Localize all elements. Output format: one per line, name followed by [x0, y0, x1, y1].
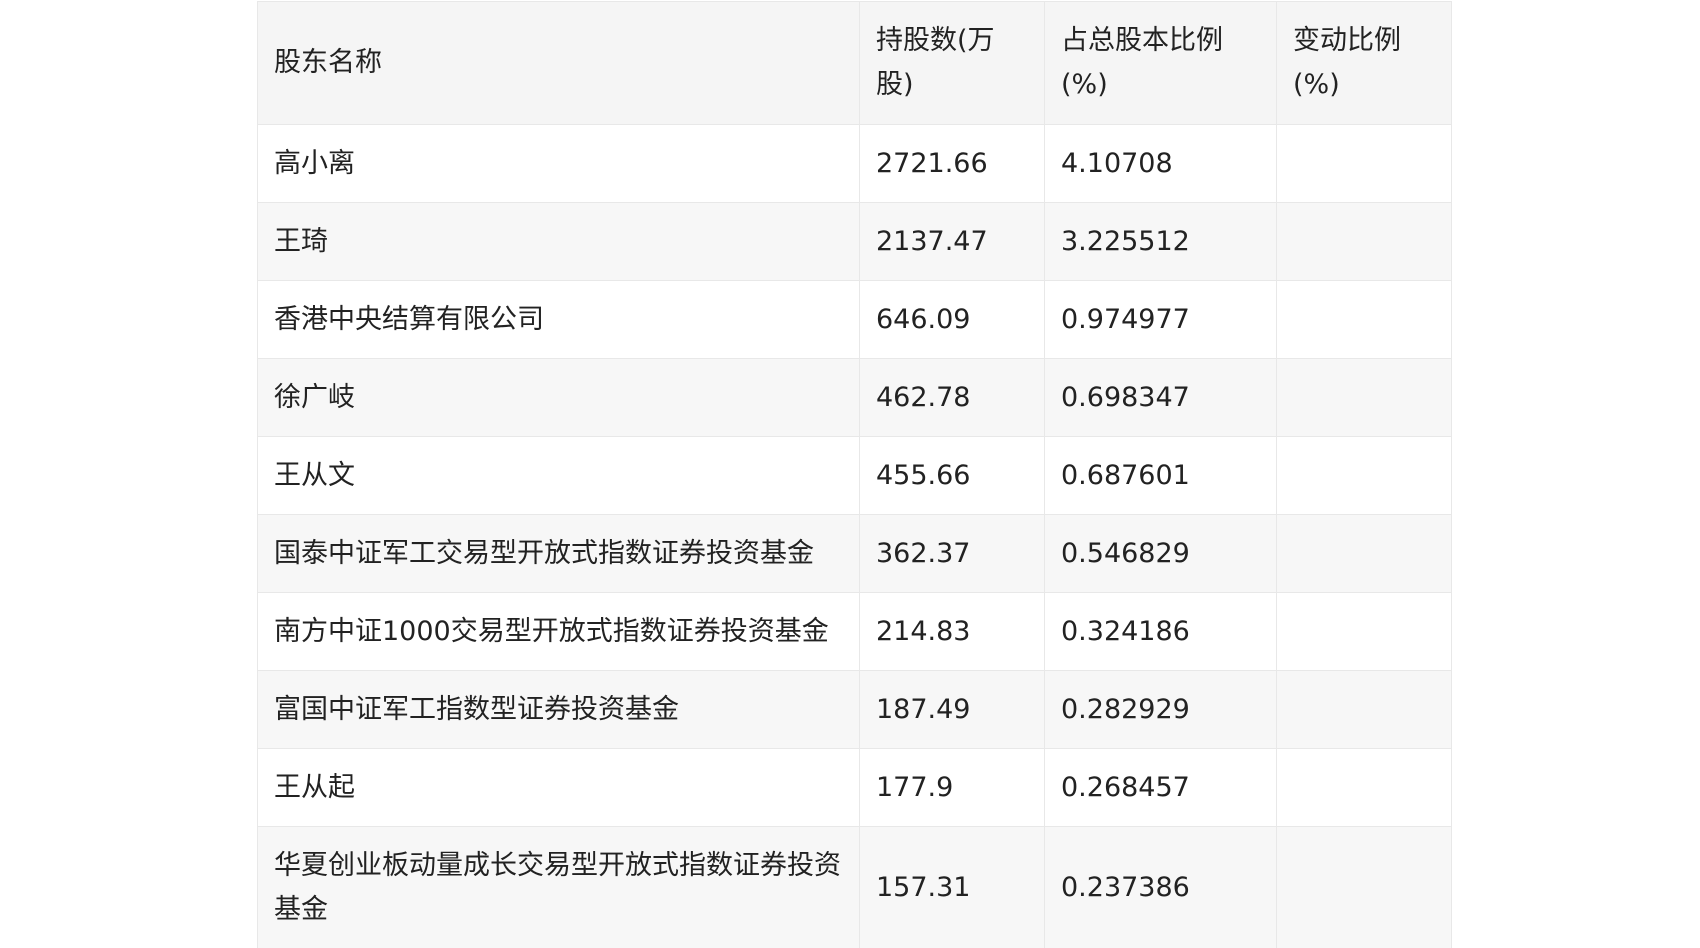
cell-shares: 462.78: [859, 358, 1045, 437]
cell-name: 王从起: [257, 748, 860, 827]
table-row: 华夏创业板动量成长交易型开放式指数证券投资基金 157.31 0.237386: [257, 826, 1452, 948]
cell-ratio: 4.10708: [1044, 124, 1277, 203]
cell-name: 国泰中证军工交易型开放式指数证券投资基金: [257, 514, 860, 593]
cell-shares: 646.09: [859, 280, 1045, 359]
cell-ratio: 0.237386: [1044, 826, 1277, 948]
cell-ratio: 0.282929: [1044, 670, 1277, 749]
header-row: 股东名称 持股数(万股) 占总股本比例(%) 变动比例(%): [257, 1, 1452, 125]
cell-ratio: 3.225512: [1044, 202, 1277, 281]
table-row: 王从起 177.9 0.268457: [257, 748, 1452, 827]
table-row: 王从文 455.66 0.687601: [257, 436, 1452, 515]
table-row: 国泰中证军工交易型开放式指数证券投资基金 362.37 0.546829: [257, 514, 1452, 593]
cell-change: [1276, 124, 1452, 203]
header-shares: 持股数(万股): [859, 1, 1045, 125]
cell-shares: 2137.47: [859, 202, 1045, 281]
cell-shares: 362.37: [859, 514, 1045, 593]
cell-ratio: 0.687601: [1044, 436, 1277, 515]
cell-change: [1276, 202, 1452, 281]
table-row: 香港中央结算有限公司 646.09 0.974977: [257, 280, 1452, 359]
shareholders-table: 股东名称 持股数(万股) 占总股本比例(%) 变动比例(%) 高小离 2721.…: [257, 1, 1452, 948]
cell-ratio: 0.698347: [1044, 358, 1277, 437]
header-change: 变动比例(%): [1276, 1, 1452, 125]
cell-change: [1276, 748, 1452, 827]
cell-change: [1276, 280, 1452, 359]
cell-change: [1276, 436, 1452, 515]
cell-name: 王琦: [257, 202, 860, 281]
cell-change: [1276, 670, 1452, 749]
table-row: 徐广岐 462.78 0.698347: [257, 358, 1452, 437]
cell-shares: 177.9: [859, 748, 1045, 827]
cell-name: 华夏创业板动量成长交易型开放式指数证券投资基金: [257, 826, 860, 948]
cell-name: 王从文: [257, 436, 860, 515]
page: 股东名称 持股数(万股) 占总股本比例(%) 变动比例(%) 高小离 2721.…: [0, 0, 1700, 948]
cell-shares: 2721.66: [859, 124, 1045, 203]
cell-ratio: 0.546829: [1044, 514, 1277, 593]
cell-shares: 157.31: [859, 826, 1045, 948]
cell-name: 徐广岐: [257, 358, 860, 437]
cell-change: [1276, 514, 1452, 593]
table-row: 富国中证军工指数型证券投资基金 187.49 0.282929: [257, 670, 1452, 749]
cell-shares: 187.49: [859, 670, 1045, 749]
cell-name: 高小离: [257, 124, 860, 203]
header-shareholder-name: 股东名称: [257, 1, 860, 125]
table-row: 南方中证1000交易型开放式指数证券投资基金 214.83 0.324186: [257, 592, 1452, 671]
cell-change: [1276, 592, 1452, 671]
cell-shares: 455.66: [859, 436, 1045, 515]
table-row: 王琦 2137.47 3.225512: [257, 202, 1452, 281]
cell-ratio: 0.324186: [1044, 592, 1277, 671]
cell-shares: 214.83: [859, 592, 1045, 671]
cell-name: 南方中证1000交易型开放式指数证券投资基金: [257, 592, 860, 671]
cell-change: [1276, 826, 1452, 948]
cell-name: 富国中证军工指数型证券投资基金: [257, 670, 860, 749]
table-header: 股东名称 持股数(万股) 占总股本比例(%) 变动比例(%): [257, 1, 1452, 125]
cell-ratio: 0.268457: [1044, 748, 1277, 827]
cell-name: 香港中央结算有限公司: [257, 280, 860, 359]
cell-ratio: 0.974977: [1044, 280, 1277, 359]
cell-change: [1276, 358, 1452, 437]
table-body: 高小离 2721.66 4.10708 王琦 2137.47 3.225512 …: [257, 124, 1452, 948]
table-row: 高小离 2721.66 4.10708: [257, 124, 1452, 203]
header-ratio: 占总股本比例(%): [1044, 1, 1277, 125]
